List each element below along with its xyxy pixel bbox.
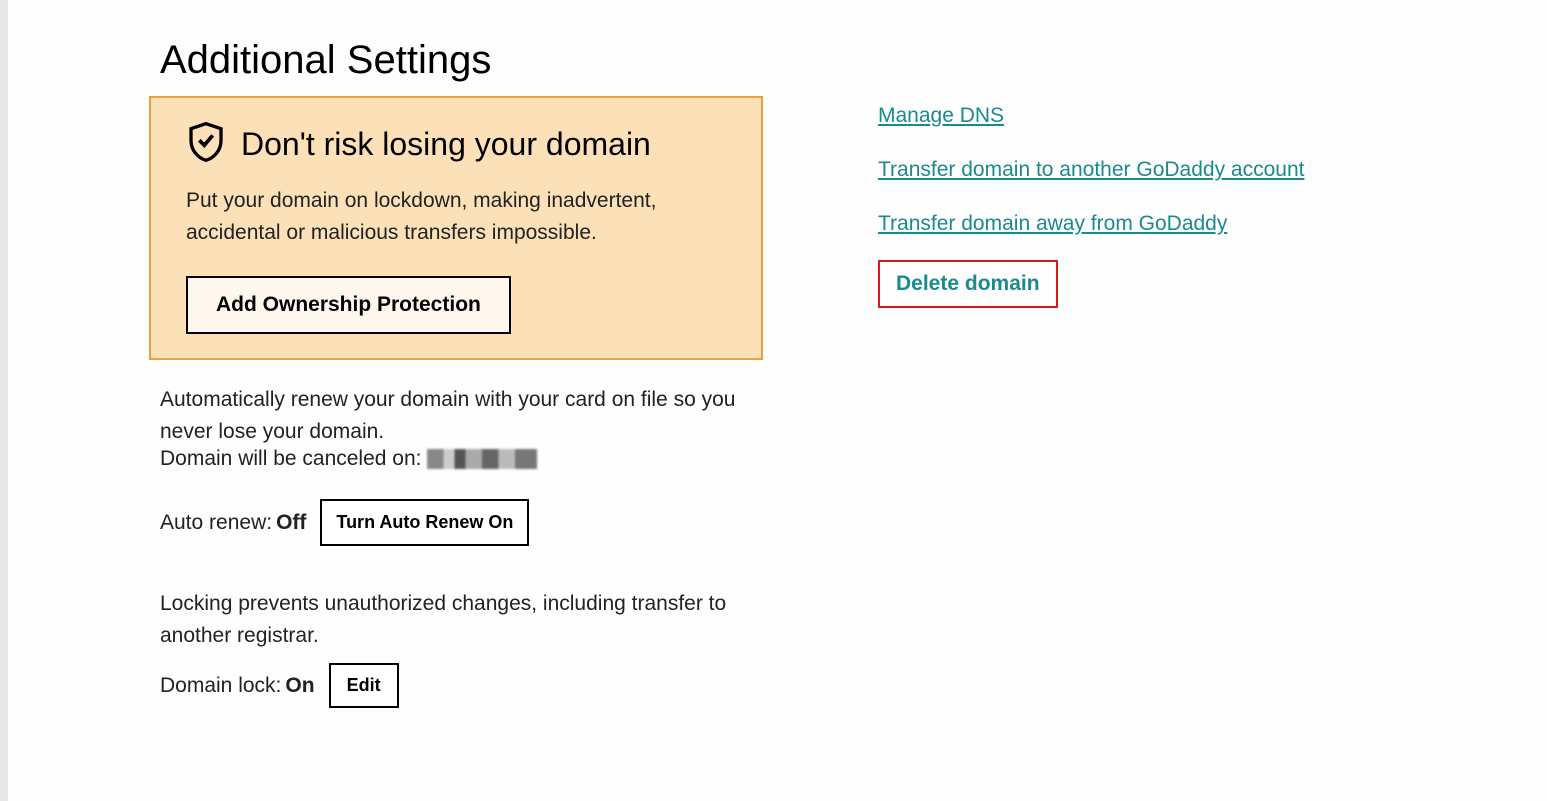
panel-header: Don't risk losing your domain (186, 120, 731, 169)
panel-title: Don't risk losing your domain (241, 126, 651, 163)
transfer-away-link[interactable]: Transfer domain away from GoDaddy (878, 212, 1304, 236)
transfer-to-account-link[interactable]: Transfer domain to another GoDaddy accou… (878, 158, 1304, 182)
domain-lock-section: Locking prevents unauthorized changes, i… (160, 588, 750, 708)
manage-dns-link[interactable]: Manage DNS (878, 104, 1304, 128)
domain-lock-status: On (285, 674, 314, 698)
shield-check-icon (186, 120, 226, 169)
auto-renew-section: Automatically renew your domain with you… (160, 384, 750, 546)
ownership-protection-panel: Don't risk losing your domain Put your d… (149, 96, 763, 360)
add-ownership-protection-button[interactable]: Add Ownership Protection (186, 276, 511, 334)
cancel-date-line: Domain will be canceled on: (160, 447, 750, 471)
page-title: Additional Settings (160, 38, 491, 83)
delete-domain-highlight-box: Delete domain (878, 260, 1058, 308)
edit-domain-lock-button[interactable]: Edit (329, 663, 399, 708)
cancel-date-label: Domain will be canceled on: (160, 447, 421, 471)
action-links-column: Manage DNS Transfer domain to another Go… (878, 104, 1304, 308)
turn-auto-renew-on-button[interactable]: Turn Auto Renew On (320, 499, 529, 546)
auto-renew-row: Auto renew: Off Turn Auto Renew On (160, 499, 750, 546)
auto-renew-description: Automatically renew your domain with you… (160, 384, 750, 447)
panel-description: Put your domain on lockdown, making inad… (186, 185, 731, 248)
auto-renew-status: Off (276, 511, 306, 535)
left-sidebar-edge (0, 0, 8, 801)
delete-domain-link[interactable]: Delete domain (896, 272, 1040, 295)
domain-lock-row: Domain lock: On Edit (160, 663, 750, 708)
cancel-date-value-redacted (427, 449, 537, 469)
domain-lock-label: Domain lock: (160, 674, 281, 698)
domain-lock-description: Locking prevents unauthorized changes, i… (160, 588, 750, 651)
auto-renew-label: Auto renew: (160, 511, 272, 535)
